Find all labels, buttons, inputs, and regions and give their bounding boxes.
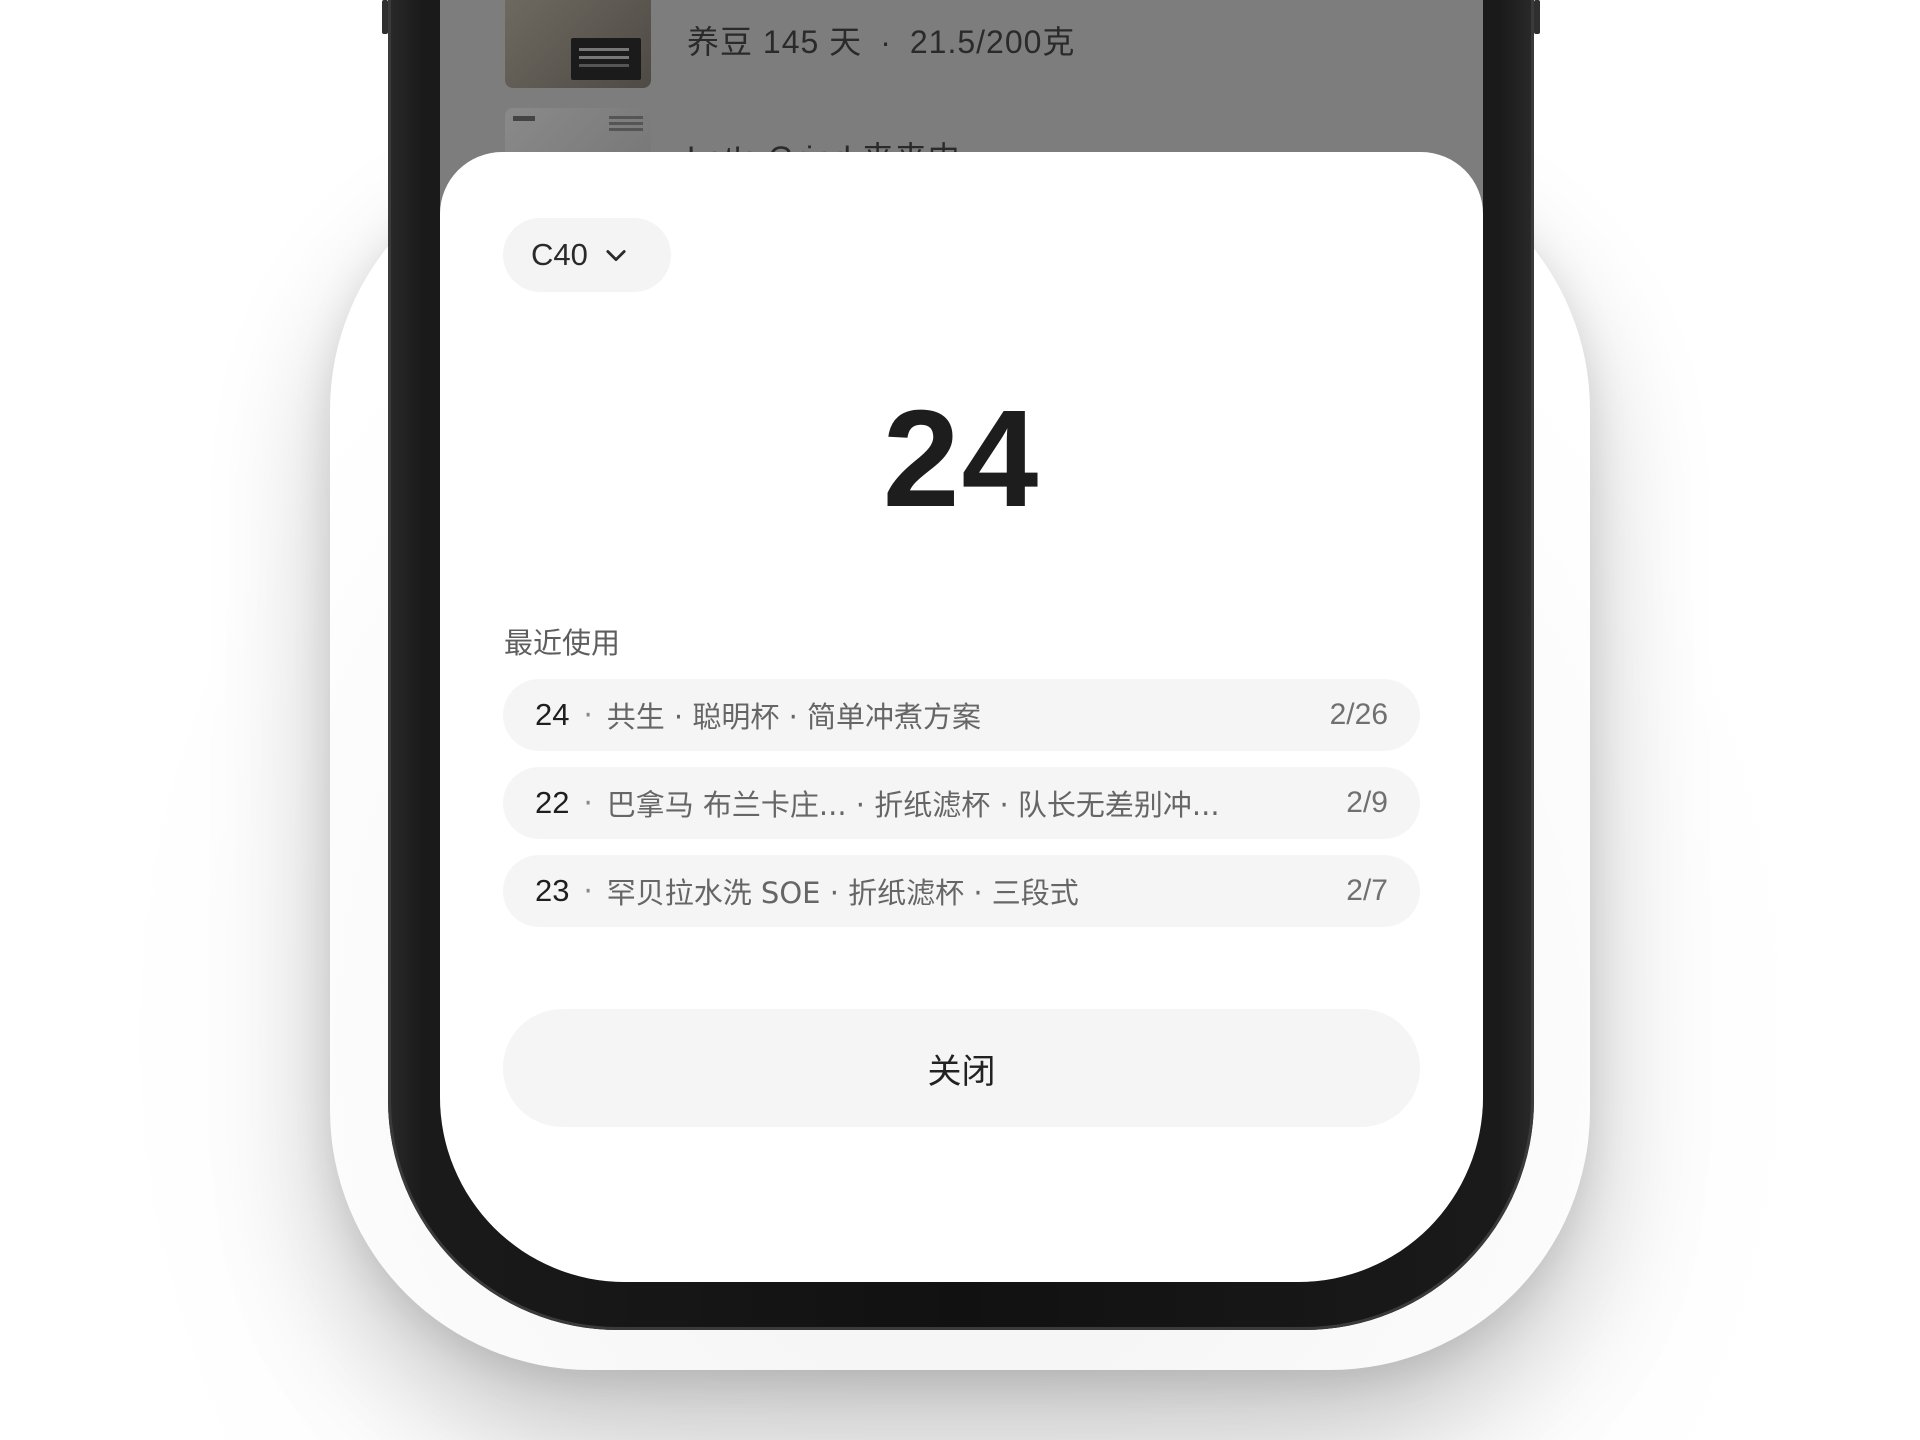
chevron-down-icon <box>606 250 626 262</box>
weight-text: 21.5/200克 <box>909 24 1076 60</box>
separator: · <box>583 874 593 908</box>
grinder-selector[interactable]: C40 <box>503 218 671 292</box>
recent-setting: 24 <box>535 697 570 732</box>
recent-description: 罕贝拉水洗 SOE · 折纸滤杯 · 三段式 <box>606 876 1079 910</box>
separator: · <box>583 698 593 732</box>
grind-setting-sheet: C40 24 最近使用 24 · 共生 · 聪明杯 · 简单冲煮方案 2/26 … <box>440 152 1483 1282</box>
recent-description: 共生 · 聪明杯 · 简单冲煮方案 <box>606 700 982 734</box>
phone-screen: 养豆 145 天·21.5/200克 Let's Grind 来来内 C40 2… <box>440 0 1483 1282</box>
recent-count: 2/26 <box>1329 698 1388 731</box>
grinder-selector-label: C40 <box>531 237 588 272</box>
separator: · <box>583 786 593 820</box>
bean-meta: 养豆 145 天 · 21.5/200克 <box>687 17 1075 63</box>
stage: 养豆 145 天·21.5/200克 Let's Grind 来来内 C40 2… <box>0 0 1920 1440</box>
close-button[interactable]: 关闭 <box>503 1009 1420 1127</box>
grind-value[interactable]: 24 <box>440 380 1483 539</box>
recent-setting: 23 <box>535 873 570 908</box>
recent-usage-item[interactable]: 24 · 共生 · 聪明杯 · 简单冲煮方案 2/26 <box>503 679 1420 751</box>
recent-usage-list: 24 · 共生 · 聪明杯 · 简单冲煮方案 2/26 22 · 巴拿马 布兰卡… <box>503 679 1420 943</box>
recent-count: 2/9 <box>1346 786 1388 819</box>
bean-thumbnail <box>505 0 651 88</box>
side-button-right <box>1534 0 1540 34</box>
recent-usage-item[interactable]: 22 · 巴拿马 布兰卡庄... · 折纸滤杯 · 队长无差别冲... 2/9 <box>503 767 1420 839</box>
recent-description: 巴拿马 布兰卡庄... · 折纸滤杯 · 队长无差别冲... <box>606 788 1220 822</box>
separator: · <box>880 24 892 60</box>
recent-usage-label: 最近使用 <box>504 626 621 660</box>
recent-usage-item[interactable]: 23 · 罕贝拉水洗 SOE · 折纸滤杯 · 三段式 2/7 <box>503 855 1420 927</box>
recent-count: 2/7 <box>1346 874 1388 907</box>
rest-days-text: 养豆 145 天 <box>687 24 863 60</box>
recent-setting: 22 <box>535 785 570 820</box>
side-button-left <box>382 0 388 34</box>
bean-list-item[interactable]: 养豆 145 天 · 21.5/200克 <box>505 0 1075 88</box>
